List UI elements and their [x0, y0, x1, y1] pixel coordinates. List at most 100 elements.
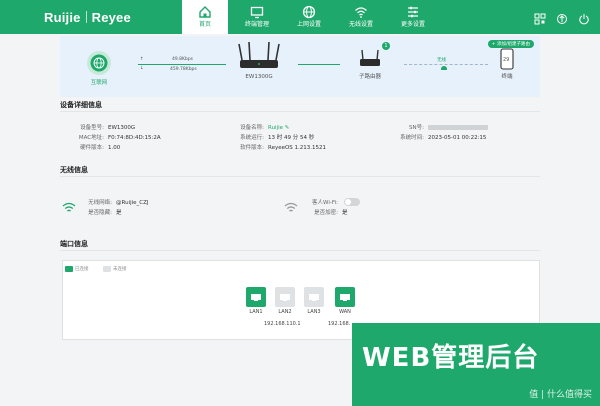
main-router-node[interactable]: EW1300G: [236, 41, 282, 80]
internet-globe-icon: [87, 51, 111, 75]
ethernet-port-icon: [246, 287, 266, 307]
wifi-icon: [355, 7, 367, 18]
upgrade-icon[interactable]: [556, 10, 568, 24]
port-wan-label: WAN: [339, 309, 351, 315]
terminal-label: 终端: [501, 74, 513, 80]
edit-icon[interactable]: ✎: [285, 125, 290, 131]
sub-router-count-badge: 1: [382, 42, 390, 50]
encrypt-key: 是否加密:: [314, 210, 338, 216]
port-lan3[interactable]: LAN3: [304, 287, 324, 315]
guest-key: 客人Wi-Fi:: [312, 200, 338, 206]
hw-version-row: 硬件版本: 1.00: [68, 143, 120, 151]
monitor-icon: [250, 6, 264, 19]
system-time-row: 系统时间: 2023-05-01 00:22:15: [384, 133, 486, 141]
terminal-node[interactable]: 终端: [496, 48, 518, 80]
legend-connected-swatch: [65, 266, 73, 272]
encrypt-value: 是: [342, 210, 348, 216]
nav-home[interactable]: 首页: [182, 0, 228, 34]
sn-key: SN号:: [409, 125, 424, 131]
port-wan[interactable]: WAN: [335, 287, 355, 315]
nav-home-label: 首页: [198, 21, 211, 28]
title-overlay-banner: WEB管理后台 值 | 什么值得买: [352, 323, 600, 406]
download-arrow-icon: ↓: [140, 66, 144, 71]
mac-row: MAC地址: F0:74:8D:4D:15:2A: [68, 133, 161, 141]
model-value: EW1300G: [108, 125, 136, 131]
nav-wireless-settings[interactable]: 无线设置: [338, 0, 384, 34]
device-name-row: 设备名称: Ruijie ✎: [232, 123, 289, 131]
nav-wireless-label: 无线设置: [348, 21, 373, 28]
name-key: 设备名称:: [240, 125, 264, 131]
device-name-value[interactable]: Ruijie ✎: [268, 125, 289, 131]
nav-terminal-label: 终端管理: [244, 21, 269, 28]
mac-value: F0:74:8D:4D:15:2A: [108, 135, 161, 141]
wan-link-line: [138, 64, 226, 65]
sw-value: ReyeeOS 1.213.1521: [268, 145, 327, 151]
legend-disconnected: 未连接: [103, 266, 127, 272]
uptime-key: 系统运行:: [240, 135, 264, 141]
nav-more-settings[interactable]: 更多设置: [390, 0, 436, 34]
mesh-link-line: [298, 64, 340, 65]
wireless-link-label: 无线: [437, 58, 446, 63]
nav-more-label: 更多设置: [400, 21, 425, 28]
wireless-link-line: [404, 64, 488, 65]
sn-row: SN号:: [384, 123, 488, 131]
port-lan2[interactable]: LAN2: [275, 287, 295, 315]
brand-logo[interactable]: Ruijie Reyee: [44, 10, 131, 25]
brand-reyee: Reyee: [91, 10, 131, 25]
ssid-key: 无线网络:: [88, 200, 112, 206]
legend-connected-label: 已连接: [75, 267, 89, 272]
sub-router-icon: [360, 49, 380, 66]
brand-ruijie: Ruijie: [44, 10, 81, 25]
main-router-label: EW1300G: [245, 74, 273, 80]
overlay-title: WEB管理后台: [362, 343, 540, 373]
ethernet-port-icon: [304, 287, 324, 307]
wireless-info-section: 无线信息: [60, 165, 540, 177]
brand-divider: [85, 11, 87, 23]
terminal-count: 29: [503, 57, 510, 63]
model-key: 设备型号:: [80, 125, 104, 131]
logout-icon[interactable]: [578, 10, 590, 25]
site-watermark: 值 | 什么值得买: [529, 390, 592, 400]
port-info-section: 端口信息: [60, 239, 540, 251]
port-lan1[interactable]: LAN1: [246, 287, 266, 315]
sub-router-label: 子路由器: [358, 74, 381, 80]
uptime-value: 13 时 49 分 54 秒: [268, 135, 315, 141]
legend-disconnected-swatch: [103, 266, 111, 272]
hw-key: 硬件版本:: [80, 145, 104, 151]
sub-router-node[interactable]: 子路由器: [356, 48, 384, 80]
wireless-info-title: 无线信息: [60, 165, 540, 177]
legend-disconnected-label: 未连接: [113, 267, 127, 272]
sn-value-redacted: [428, 125, 488, 131]
nav-internet-settings[interactable]: 上网设置: [286, 0, 332, 34]
mac-key: MAC地址:: [78, 135, 104, 141]
legend-connected: 已连接: [65, 266, 89, 272]
globe-icon: [302, 5, 316, 19]
hidden-value: 是: [116, 210, 122, 216]
ethernet-port-icon: [275, 287, 295, 307]
home-icon: [199, 6, 211, 18]
wireless-signal-icon: [441, 66, 447, 70]
upload-arrow-icon: ↑: [140, 57, 144, 62]
sw-key: 软件版本:: [240, 145, 264, 151]
nav-terminal-management[interactable]: 终端管理: [234, 0, 280, 34]
download-speed: 459.78Kbps: [170, 67, 197, 72]
internet-node[interactable]: 互联网: [84, 50, 114, 86]
top-right-tools: [534, 10, 590, 25]
time-key: 系统时间:: [400, 135, 424, 141]
top-navigation-bar: Ruijie Reyee 首页 终端管理 上网设置 无线设置 更多设置: [0, 0, 600, 34]
time-value: 2023-05-01 00:22:15: [428, 135, 487, 141]
encrypt-row: 是否加密: 是: [304, 208, 348, 216]
guest-wifi-toggle[interactable]: [344, 198, 360, 206]
device-info-title: 设备详细信息: [60, 100, 540, 112]
guest-wifi-icon: [284, 202, 298, 212]
ssid-row: 无线网络: @Ruijie_CZJ: [84, 198, 149, 206]
port-info-title: 端口信息: [60, 239, 540, 251]
add-sub-router-button[interactable]: + 添加/组建子路由: [487, 40, 534, 48]
ssid-value: @Ruijie_CZJ: [116, 200, 149, 206]
port-lan2-label: LAN2: [278, 309, 292, 315]
port-lan3-label: LAN3: [307, 309, 321, 315]
qrcode-icon[interactable]: [534, 10, 546, 25]
internet-label: 互联网: [90, 80, 108, 86]
port-lan1-label: LAN1: [249, 309, 263, 315]
device-model-row: 设备型号: EW1300G: [68, 123, 135, 131]
